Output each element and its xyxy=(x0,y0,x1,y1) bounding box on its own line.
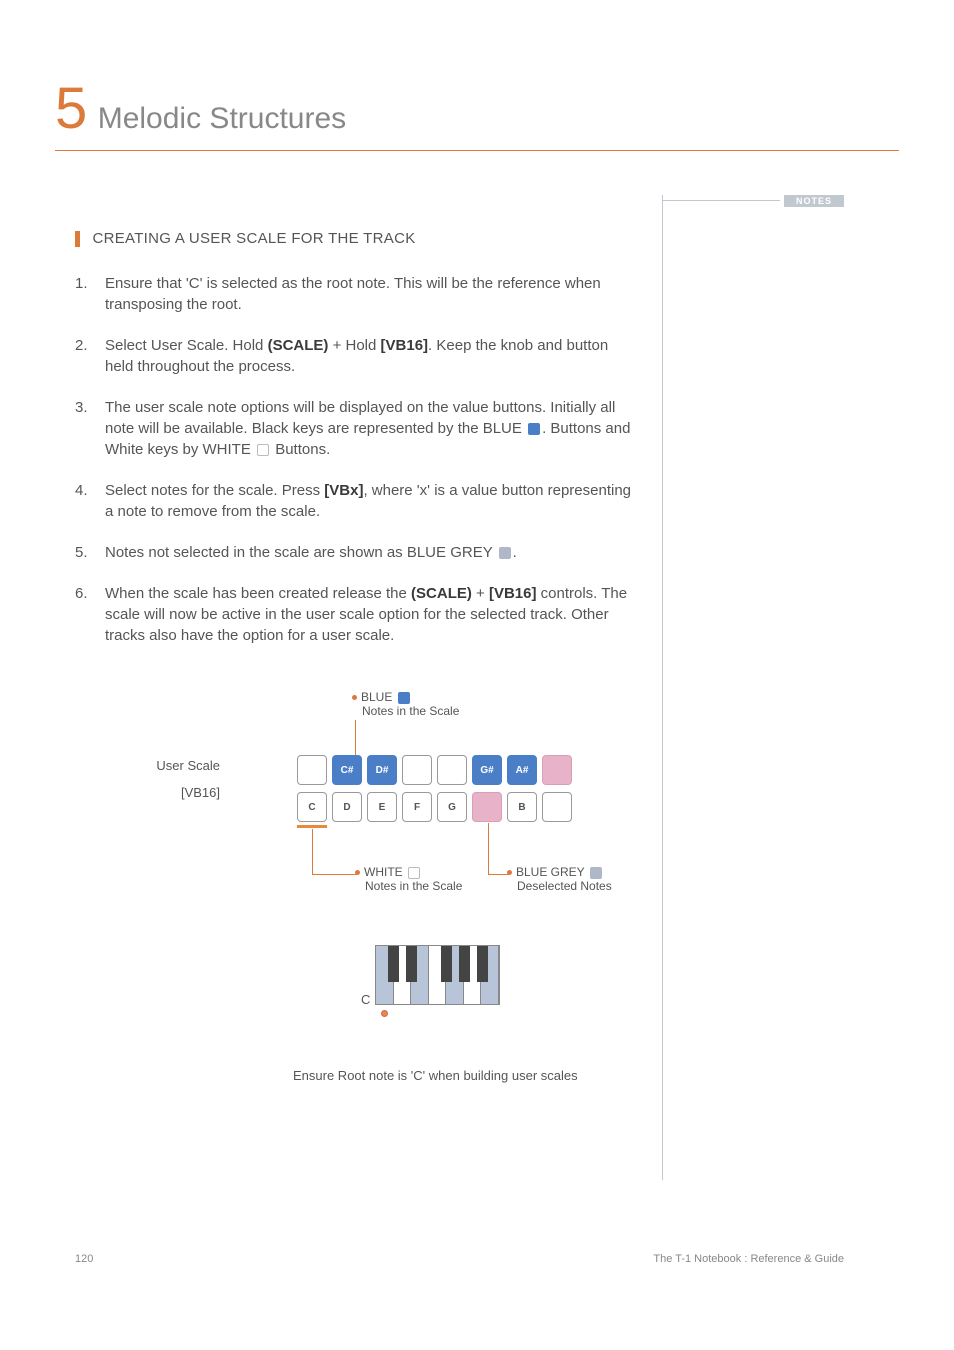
scale-button xyxy=(542,792,572,822)
scale-button xyxy=(297,755,327,785)
steps-list: Ensure that 'C' is selected as the root … xyxy=(75,273,640,646)
step-6: When the scale has been created release … xyxy=(75,583,640,646)
step-4-a: Select notes for the scale. Press xyxy=(105,482,324,499)
callout-grey: BLUE GREY Deselected Notes xyxy=(507,865,612,893)
callout-line xyxy=(488,823,489,874)
step-5: Notes not selected in the scale are show… xyxy=(75,542,640,563)
section-header: CREATING A USER SCALE FOR THE TRACK xyxy=(75,230,640,248)
scale-button xyxy=(402,755,432,785)
callout-blue-title: BLUE xyxy=(361,690,392,704)
black-key xyxy=(388,946,399,982)
step-6-a: When the scale has been created release … xyxy=(105,585,411,602)
scale-control-2: (SCALE) xyxy=(411,585,472,602)
footer-ref: The T-1 Notebook : Reference & Guide xyxy=(653,1253,844,1265)
button-row-top: C#D# G#A# xyxy=(297,755,572,785)
notes-tab: NOTES xyxy=(784,195,844,207)
step-3: The user scale note options will be disp… xyxy=(75,397,640,460)
orange-indicator-icon xyxy=(297,825,327,828)
callout-blue-sub: Notes in the Scale xyxy=(362,704,459,718)
notes-line xyxy=(662,200,780,201)
callout-grey-sub: Deselected Notes xyxy=(517,879,612,893)
black-key xyxy=(459,946,470,982)
mini-root-dot-icon xyxy=(381,1010,388,1017)
vb16-label: [VB16] xyxy=(130,785,220,800)
scale-button: D xyxy=(332,792,362,822)
scale-button: F xyxy=(402,792,432,822)
step-4: Select notes for the scale. Press [VBx],… xyxy=(75,480,640,522)
scale-button xyxy=(437,755,467,785)
button-row-bottom: CDEFG B xyxy=(297,792,572,822)
white-swatch-icon xyxy=(257,444,269,456)
step-1: Ensure that 'C' is selected as the root … xyxy=(75,273,640,315)
chapter-header: 5 Melodic Structures xyxy=(55,75,899,151)
blue-swatch-icon xyxy=(528,423,540,435)
scale-button: C xyxy=(297,792,327,822)
footer: 120 The T-1 Notebook : Reference & Guide xyxy=(75,1253,844,1265)
section-title: CREATING A USER SCALE FOR THE TRACK xyxy=(92,230,415,247)
grey-swatch-icon xyxy=(590,867,602,879)
scale-button: C# xyxy=(332,755,362,785)
vb16-control-2: [VB16] xyxy=(489,585,537,602)
scale-button: A# xyxy=(507,755,537,785)
callout-white: WHITE Notes in the Scale xyxy=(355,865,462,893)
notes-divider xyxy=(662,195,663,1180)
scale-control: (SCALE) xyxy=(268,337,329,354)
user-scale-label: User Scale xyxy=(130,758,220,773)
callout-line xyxy=(355,720,356,755)
callout-dot-icon xyxy=(355,870,360,875)
blue-swatch-icon xyxy=(398,692,410,704)
white-swatch-icon xyxy=(408,867,420,879)
black-key xyxy=(441,946,452,982)
scale-button: B xyxy=(507,792,537,822)
content-area: CREATING A USER SCALE FOR THE TRACK Ensu… xyxy=(75,230,640,666)
page-number: 120 xyxy=(75,1253,93,1265)
mini-c-label: C xyxy=(361,992,370,1007)
callout-line xyxy=(488,874,509,875)
step-2-c: + Hold xyxy=(328,337,380,354)
scale-button xyxy=(542,755,572,785)
step-1-text: Ensure that 'C' is selected as the root … xyxy=(105,275,601,313)
callout-dot-icon xyxy=(507,870,512,875)
vbx-control: [VBx] xyxy=(324,482,363,499)
step-2-a: Select User Scale. Hold xyxy=(105,337,268,354)
callout-dot-icon xyxy=(352,695,357,700)
diagram-caption: Ensure Root note is 'C' when building us… xyxy=(293,1068,578,1083)
scale-button: G xyxy=(437,792,467,822)
scale-button: G# xyxy=(472,755,502,785)
scale-button: D# xyxy=(367,755,397,785)
step-6-c: + xyxy=(472,585,489,602)
section-bar-icon xyxy=(75,231,80,247)
black-key xyxy=(477,946,488,982)
vb16-control: [VB16] xyxy=(381,337,429,354)
step-3-c: Buttons. xyxy=(271,441,330,458)
callout-blue: BLUE Notes in the Scale xyxy=(352,690,459,718)
diagram-left-label: User Scale [VB16] xyxy=(130,758,220,800)
callout-white-sub: Notes in the Scale xyxy=(365,879,462,893)
step-5-a: Notes not selected in the scale are show… xyxy=(105,544,497,561)
callout-grey-title: BLUE GREY xyxy=(516,865,584,879)
chapter-title: Melodic Structures xyxy=(98,102,346,136)
step-5-b: . xyxy=(513,544,517,561)
black-key xyxy=(406,946,417,982)
step-2: Select User Scale. Hold (SCALE) + Hold [… xyxy=(75,335,640,377)
grey-swatch-icon xyxy=(499,547,511,559)
mini-keyboard xyxy=(375,945,500,1005)
callout-line xyxy=(312,829,313,874)
callout-line xyxy=(312,874,357,875)
scale-button xyxy=(472,792,502,822)
chapter-number: 5 xyxy=(55,75,87,142)
scale-button: E xyxy=(367,792,397,822)
callout-white-title: WHITE xyxy=(364,865,403,879)
